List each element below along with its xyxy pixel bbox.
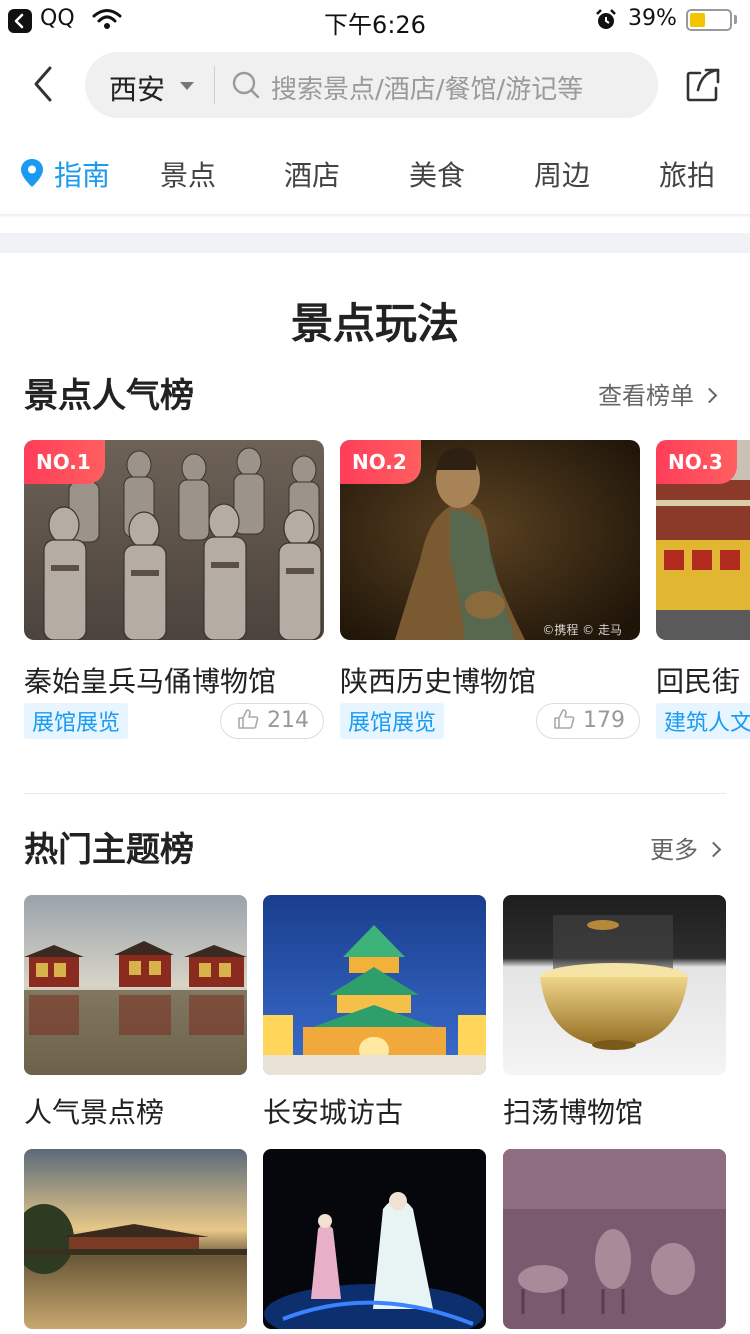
- attraction-name: 陕西历史博物馆: [340, 665, 537, 698]
- search-input[interactable]: 搜索景点/酒店/餐馆/游记等: [271, 69, 583, 106]
- themes-heading: 热门主题榜: [24, 830, 194, 870]
- tab-nearby[interactable]: 周边: [534, 154, 590, 194]
- search-icon: [231, 70, 261, 104]
- ranking-heading: 景点人气榜: [24, 376, 194, 416]
- attraction-tag: 建筑人文: [656, 703, 750, 739]
- theme-card[interactable]: 长安城访古: [263, 895, 486, 1129]
- tab-photo-trip[interactable]: 旅拍: [659, 154, 715, 194]
- ranking-card[interactable]: NO.2 ©携程 © 走马 陕西历史博物馆 展馆展览 179: [340, 440, 640, 739]
- excavation-pit-photo: [503, 1149, 726, 1329]
- attraction-name: 秦始皇兵马俑博物馆: [24, 665, 277, 698]
- back-button[interactable]: [26, 64, 66, 104]
- golden-bowl-photo: [503, 895, 726, 1075]
- alarm-icon: [594, 8, 618, 36]
- back-arrow-icon: [34, 66, 52, 102]
- photo-watermark: ©携程 © 走马: [542, 623, 622, 637]
- view-ranking-link[interactable]: 查看榜单: [598, 376, 718, 411]
- tab-guide[interactable]: 指南: [54, 154, 110, 194]
- chevron-right-icon: [701, 387, 718, 404]
- attraction-tag: 展馆展览: [24, 703, 129, 739]
- like-count-value: 214: [267, 708, 309, 733]
- tab-food[interactable]: 美食: [409, 154, 465, 194]
- share-button[interactable]: [684, 66, 722, 108]
- tang-paradise-photo: [24, 895, 247, 1075]
- like-count-value: 179: [583, 708, 625, 733]
- terracotta-warriors-photo: NO.1: [24, 440, 324, 640]
- thumbs-up-icon: [238, 709, 259, 729]
- theme-card[interactable]: [503, 1149, 726, 1329]
- status-bar: QQ 下午6:26 39%: [0, 0, 750, 40]
- category-tabs: 指南 景点 酒店 美食 周边 旅拍: [0, 150, 750, 200]
- section-separator: [0, 233, 750, 253]
- muslim-street-photo: NO.3: [656, 440, 750, 640]
- theme-name: 长安城访古: [263, 1096, 404, 1129]
- tang-figurine-photo: NO.2 ©携程 © 走马: [340, 440, 640, 640]
- search-bar[interactable]: 西安 搜索景点/酒店/餐馆/游记等: [85, 52, 658, 118]
- theme-card[interactable]: 人气景点榜: [24, 895, 247, 1129]
- section-title: 景点玩法: [290, 299, 459, 348]
- theme-card[interactable]: 扫荡博物馆: [503, 895, 726, 1129]
- more-themes-link[interactable]: 更多: [650, 830, 722, 865]
- rank-badge: NO.2: [340, 440, 421, 484]
- search-header: 西安 搜索景点/酒店/餐馆/游记等: [0, 50, 750, 120]
- attraction-name: 回民街: [656, 665, 741, 698]
- tab-attractions[interactable]: 景点: [160, 154, 216, 194]
- more-themes-label: 更多: [650, 836, 698, 864]
- bell-tower-photo: [263, 895, 486, 1075]
- rank-badge: NO.3: [656, 440, 737, 484]
- theme-card[interactable]: [263, 1149, 486, 1329]
- battery-icon: [686, 9, 732, 31]
- theme-card[interactable]: [24, 1149, 247, 1329]
- like-count[interactable]: 179: [536, 703, 640, 739]
- battery-cap: [734, 15, 737, 24]
- battery-percent: 39%: [628, 6, 677, 31]
- like-count[interactable]: 214: [220, 703, 324, 739]
- theme-name: 扫荡博物馆: [503, 1096, 644, 1129]
- chevron-right-icon: [705, 841, 722, 858]
- location-pin-icon: [20, 158, 44, 192]
- caret-down-icon[interactable]: [180, 82, 194, 90]
- lake-pavilion-photo: [24, 1149, 247, 1329]
- rank-badge: NO.1: [24, 440, 105, 484]
- theme-name: 人气景点榜: [24, 1096, 165, 1129]
- search-divider: [214, 66, 215, 104]
- share-icon: [686, 68, 720, 102]
- attraction-tag: 展馆展览: [340, 703, 445, 739]
- view-ranking-label: 查看榜单: [598, 382, 694, 410]
- section-divider: [24, 793, 726, 794]
- night-show-photo: [263, 1149, 486, 1329]
- ranking-card[interactable]: NO.1 秦始皇兵马俑博物馆 展馆展览 214: [24, 440, 324, 739]
- city-selector[interactable]: 西安: [109, 68, 165, 108]
- header-shadow: [0, 214, 750, 218]
- tab-hotels[interactable]: 酒店: [284, 154, 340, 194]
- ranking-card[interactable]: NO.3 回民街 建筑人文: [656, 440, 750, 750]
- thumbs-up-icon: [554, 709, 575, 729]
